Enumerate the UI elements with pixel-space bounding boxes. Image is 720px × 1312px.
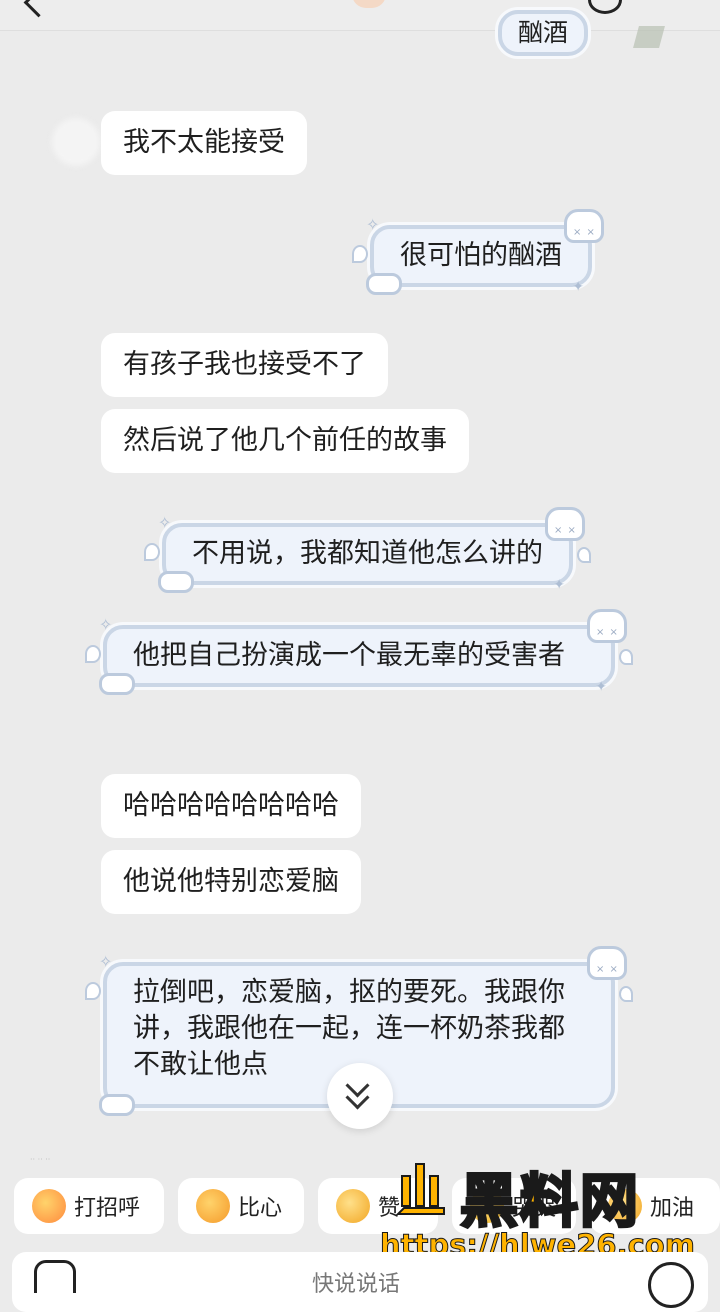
message-text: 然后说了他几个前任的故事 — [123, 425, 447, 456]
message-text: 不用说，我都知道他怎么讲的 — [192, 538, 543, 569]
divider-dots: ·· ·· ·· — [30, 1155, 51, 1164]
star-decoration-icon: ✦ — [553, 577, 565, 593]
star-decoration-icon: ✦ — [595, 679, 607, 695]
cloud-decoration-icon — [99, 673, 135, 695]
message-text: 酗酒 — [518, 18, 569, 47]
quick-reply-label: 打招呼 — [74, 1196, 141, 1221]
received-message-bubble[interactable]: 我不太能接受 — [101, 111, 307, 175]
bear-sticker-icon — [587, 946, 627, 988]
received-message-bubble[interactable]: 有孩子我也接受不了 — [101, 333, 388, 397]
quick-reply-label: 比心 — [238, 1196, 283, 1221]
emoji-picker-icon[interactable] — [648, 1262, 694, 1308]
drop-decoration-icon — [85, 982, 101, 1000]
sent-message-bubble[interactable]: ✧ ✦ 他把自己扮演成一个最无辜的受害者 — [85, 609, 633, 695]
received-message-bubble[interactable]: 他说他特别恋爱脑 — [101, 850, 361, 914]
contact-avatar[interactable] — [352, 0, 386, 8]
sent-message-bubble[interactable]: ✧ ✦ 不用说，我都知道他怎么讲的 — [144, 507, 591, 593]
star-decoration-icon: ✧ — [99, 615, 113, 634]
drop-decoration-icon — [352, 245, 368, 263]
contact-avatar-blurred[interactable] — [52, 118, 100, 166]
star-decoration-icon: ✧ — [366, 215, 380, 234]
watermark-logo-icon — [395, 1163, 445, 1215]
drop-decoration-icon — [619, 986, 633, 1002]
cloud-decoration-icon — [158, 571, 194, 593]
message-text: 我不太能接受 — [123, 127, 285, 158]
voice-toggle-icon[interactable] — [34, 1260, 76, 1293]
drop-decoration-icon — [577, 547, 591, 563]
sent-message-bubble-partial[interactable]: 酗酒 — [498, 10, 589, 56]
cloud-decoration-icon — [99, 1094, 135, 1116]
star-decoration-icon: ✧ — [158, 513, 172, 532]
message-input-bar[interactable]: 快说说话 — [12, 1252, 708, 1312]
received-message-bubble[interactable]: 然后说了他几个前任的故事 — [101, 409, 469, 473]
message-text: 有孩子我也接受不了 — [123, 349, 366, 380]
message-text: 很可怕的酗酒 — [400, 240, 562, 271]
quick-reply-wave[interactable]: 打招呼 — [14, 1178, 164, 1234]
bear-sticker-icon — [587, 609, 627, 651]
cloud-decoration-icon — [366, 273, 402, 295]
drop-decoration-icon — [619, 649, 633, 665]
back-arrow-icon[interactable] — [23, 0, 54, 18]
heart-hands-emoji-icon — [196, 1189, 230, 1223]
thumbs-up-emoji-icon — [336, 1189, 370, 1223]
drop-decoration-icon — [144, 543, 160, 561]
bear-sticker-icon — [564, 209, 604, 251]
message-input-placeholder[interactable]: 快说说话 — [312, 1266, 400, 1298]
scroll-to-bottom-button[interactable] — [327, 1063, 393, 1129]
star-decoration-icon: ✦ — [572, 279, 584, 295]
quick-reply-heart[interactable]: 比心 — [178, 1178, 304, 1234]
bear-sticker-icon — [545, 507, 585, 549]
drop-decoration-icon — [85, 645, 101, 663]
wave-emoji-icon — [32, 1189, 66, 1223]
star-decoration-icon: ✧ — [99, 952, 113, 971]
message-text: 哈哈哈哈哈哈哈哈 — [123, 790, 339, 821]
received-message-bubble[interactable]: 哈哈哈哈哈哈哈哈 — [101, 774, 361, 838]
sticker-corner-image — [633, 26, 665, 48]
more-options-icon[interactable] — [588, 0, 622, 14]
sent-message-bubble[interactable]: ✧ ✦ 很可怕的酗酒 — [352, 209, 604, 295]
message-text: 他把自己扮演成一个最无辜的受害者 — [133, 640, 565, 671]
chat-header — [0, 0, 720, 31]
message-text: 他说他特别恋爱脑 — [123, 866, 339, 897]
watermark-brand: 黑料网 — [458, 1166, 641, 1237]
